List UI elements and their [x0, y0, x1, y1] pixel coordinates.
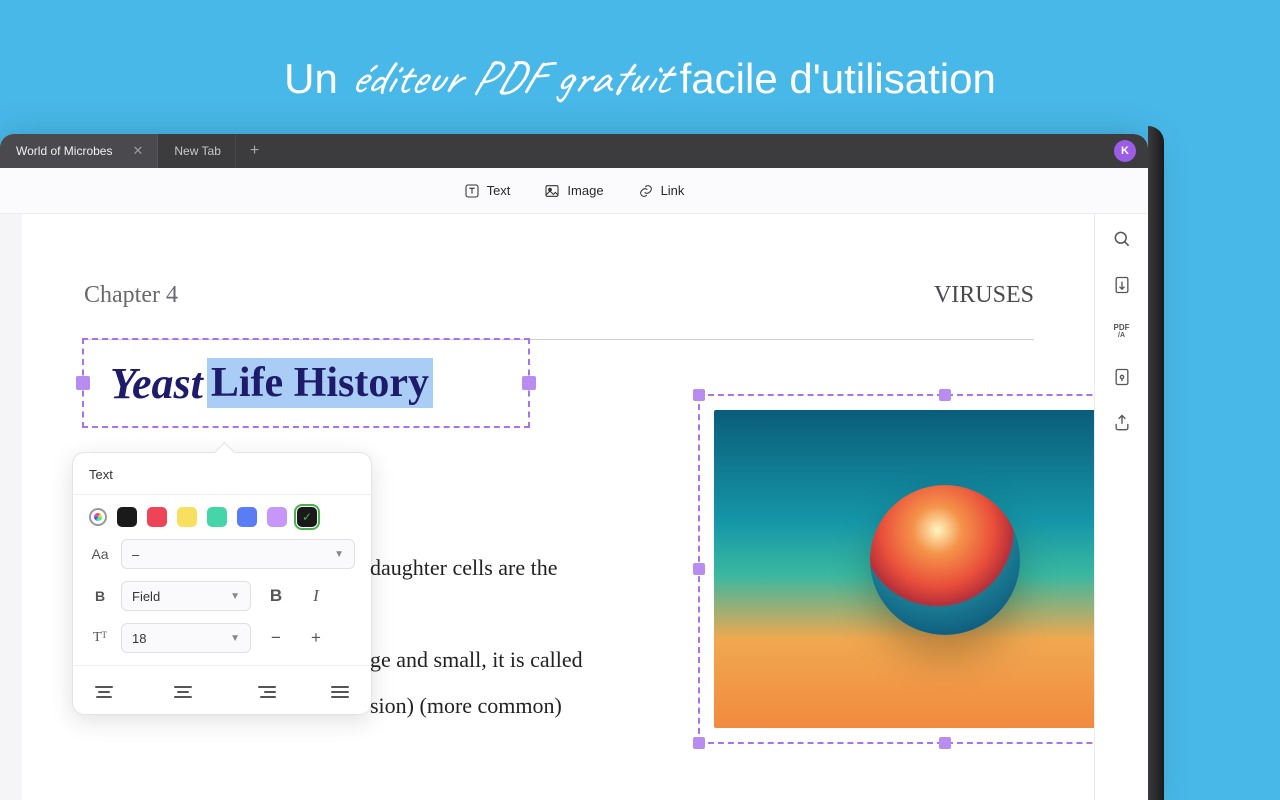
- tool-text[interactable]: Text: [464, 183, 511, 199]
- swatch-teal[interactable]: [207, 507, 227, 527]
- image-selection-box[interactable]: [698, 394, 1148, 744]
- device-frame-edge: [1148, 126, 1164, 800]
- pdf-page: Chapter 4 VIRUSES Yeast Life History Tex…: [22, 214, 1094, 800]
- section-label: VIRUSES: [934, 282, 1034, 309]
- share-icon[interactable]: [1111, 412, 1133, 434]
- resize-handle-icon[interactable]: [939, 737, 951, 749]
- workspace: Chapter 4 VIRUSES Yeast Life History Tex…: [0, 214, 1094, 800]
- title-word-2-selected: Life History: [207, 358, 433, 408]
- page-header: Chapter 4 VIRUSES: [84, 282, 1034, 340]
- tool-image[interactable]: Image: [544, 183, 603, 199]
- convert-icon[interactable]: [1111, 274, 1133, 296]
- tab-active[interactable]: World of Microbes ✕: [0, 134, 158, 168]
- edit-toolbar: Text Image Link: [0, 168, 1148, 214]
- tab-label: New Tab: [174, 144, 220, 158]
- swatch-black[interactable]: [117, 507, 137, 527]
- swatch-yellow[interactable]: [177, 507, 197, 527]
- sphere-graphic: [870, 485, 1020, 635]
- pdfa-icon[interactable]: PDF/A: [1111, 320, 1133, 342]
- tool-link[interactable]: Link: [638, 183, 685, 199]
- swatch-purple[interactable]: [267, 507, 287, 527]
- text-selection-box[interactable]: Yeast Life History: [82, 338, 530, 428]
- resize-handle-icon[interactable]: [939, 389, 951, 401]
- resize-handle-icon[interactable]: [693, 737, 705, 749]
- swatch-blue[interactable]: [237, 507, 257, 527]
- color-picker-icon[interactable]: [89, 508, 107, 526]
- search-icon[interactable]: [1111, 228, 1133, 250]
- tab-inactive[interactable]: New Tab: [158, 134, 235, 168]
- app-window: World of Microbes ✕ New Tab + K Text Ima…: [0, 134, 1148, 800]
- image-icon: [544, 183, 560, 199]
- marketing-headline: Un éditeur PDF gratuit facile d'utilisat…: [0, 0, 1280, 108]
- resize-handle-icon[interactable]: [693, 389, 705, 401]
- swatch-custom[interactable]: ✓: [297, 507, 317, 527]
- tab-strip: World of Microbes ✕ New Tab + K: [0, 134, 1148, 168]
- text-icon: [464, 183, 480, 199]
- tab-label: World of Microbes: [16, 144, 112, 158]
- inserted-image: [714, 410, 1148, 728]
- title-word-1: Yeast: [110, 358, 203, 409]
- right-sidebar: PDF/A: [1094, 214, 1148, 800]
- popover-title: Text: [89, 467, 355, 482]
- protect-icon[interactable]: [1111, 366, 1133, 388]
- resize-handle-left[interactable]: [76, 376, 90, 390]
- resize-handle-icon[interactable]: [693, 563, 705, 575]
- body-text: xxxxxxxxxxxxxxxxxxxxxxxxxxdaughter cells…: [84, 548, 684, 732]
- user-avatar[interactable]: K: [1114, 140, 1136, 162]
- close-icon[interactable]: ✕: [132, 143, 143, 159]
- resize-handle-right[interactable]: [522, 376, 536, 390]
- chapter-label: Chapter 4: [84, 282, 178, 309]
- swatch-red[interactable]: [147, 507, 167, 527]
- link-icon: [638, 183, 654, 199]
- new-tab-button[interactable]: +: [236, 134, 273, 168]
- color-row: ✓: [89, 507, 355, 527]
